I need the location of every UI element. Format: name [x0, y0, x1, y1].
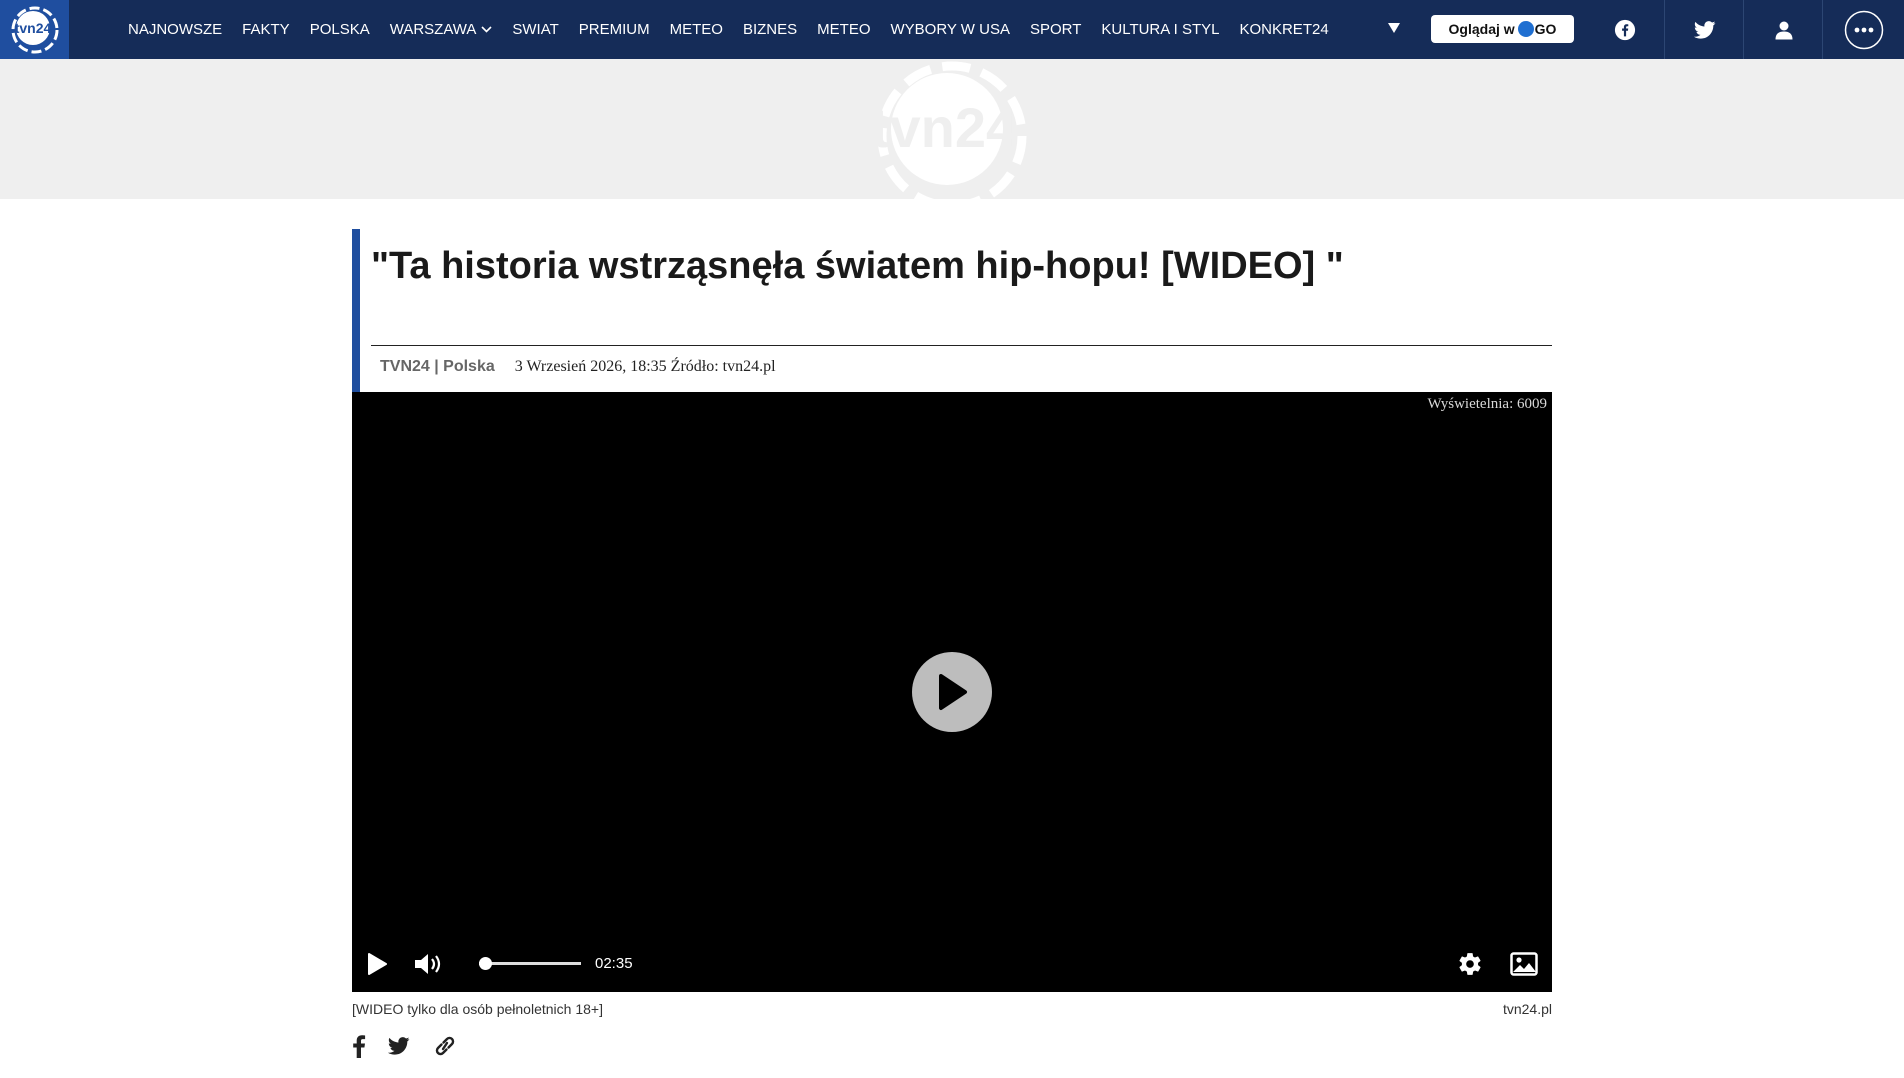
settings-button[interactable]	[1455, 950, 1485, 978]
share-twitter-button[interactable]	[388, 1037, 410, 1055]
main-menu: NAJNOWSZE FAKTY POLSKA WARSZAWA SWIAT PR…	[118, 0, 1339, 59]
tvn-go-circle-icon	[1517, 21, 1534, 37]
nav-item-sport[interactable]: SPORT	[1030, 21, 1081, 38]
progress-bar[interactable]	[479, 957, 581, 970]
go-label: GO	[1534, 21, 1557, 37]
tvn-go-logo: GO	[1517, 21, 1557, 37]
play-button[interactable]	[362, 950, 392, 978]
nav-item-wybory-w-usa[interactable]: WYBORY W USA	[891, 21, 1010, 38]
picture-in-picture-button[interactable]	[1508, 950, 1540, 978]
article-date-source: 3 Wrzesień 2026, 18:35 Źródło: tvn24.pl	[514, 358, 776, 375]
twitter-icon	[1693, 20, 1715, 39]
progress-handle[interactable]	[479, 957, 493, 970]
twitter-link[interactable]	[1664, 0, 1744, 59]
facebook-link[interactable]	[1585, 0, 1664, 59]
tvn24-logo-icon: tvn24	[11, 6, 58, 53]
big-play-button[interactable]	[912, 652, 992, 732]
video-caption-source: tvn24.pl	[1502, 1001, 1552, 1017]
tvn24-watermark-logo: tvn24	[871, 61, 1027, 199]
nav-item-meteo[interactable]: METEO	[670, 21, 723, 38]
volume-icon	[415, 954, 441, 974]
player-controls: 02:35	[352, 936, 1552, 992]
gear-icon	[1459, 953, 1481, 975]
nav-item-kultura-i-styl[interactable]: KULTURA I STYL	[1101, 21, 1219, 38]
chevron-down-icon	[481, 26, 492, 33]
video-caption: [WIDEO tylko dla osób pełnoletnich 18+]	[352, 1001, 603, 1017]
article-source: TVN24 | Polska	[380, 358, 495, 375]
view-count: Wyświetelnia: 6009	[1427, 396, 1548, 412]
user-icon	[1775, 21, 1792, 39]
volume-button[interactable]	[412, 950, 446, 978]
nav-item-najnowsze[interactable]: NAJNOWSZE	[128, 21, 222, 38]
tvn24-logo[interactable]: tvn24	[0, 0, 69, 59]
user-account-button[interactable]	[1743, 0, 1823, 59]
image-icon	[1510, 952, 1538, 976]
watch-in-go-button[interactable]: Oglądaj w GO	[1431, 15, 1574, 43]
nav-item-konkret24[interactable]: KONKRET24	[1239, 21, 1328, 38]
svg-text:tvn24: tvn24	[14, 20, 51, 36]
video-player[interactable]: Wyświetelnia: 6009 02:35	[352, 392, 1552, 992]
video-duration: 02:35	[595, 955, 633, 972]
watch-label: Oglądaj w	[1448, 21, 1515, 37]
twitter-icon	[388, 1037, 410, 1055]
more-menu-triangle-icon[interactable]	[1386, 20, 1402, 36]
copy-link-button[interactable]	[432, 1035, 458, 1057]
nav-item-polska[interactable]: POLSKA	[310, 21, 370, 38]
nav-item-premium[interactable]: PREMIUM	[579, 21, 650, 38]
svg-text:tvn24: tvn24	[871, 96, 1017, 159]
nav-item-meteo-2[interactable]: METEO	[817, 21, 870, 38]
nav-item-swiat[interactable]: SWIAT	[512, 21, 558, 38]
title-divider	[371, 345, 1552, 346]
ellipsis-icon	[1844, 10, 1884, 49]
play-icon	[939, 674, 967, 710]
facebook-f-icon	[353, 1035, 366, 1058]
nav-item-biznes[interactable]: BIZNES	[743, 21, 797, 38]
nav-item-fakty[interactable]: FAKTY	[242, 21, 290, 38]
article-title: "Ta historia wstrząsnęła światem hip-hop…	[371, 245, 1344, 287]
more-options-button[interactable]	[1822, 0, 1904, 59]
header-banner: tvn24	[0, 59, 1904, 199]
nav-item-warszawa[interactable]: WARSZAWA	[390, 21, 493, 38]
nav-item-warszawa-label: WARSZAWA	[389, 21, 477, 38]
link-icon	[435, 1036, 455, 1056]
share-bar	[352, 1034, 458, 1058]
article-meta: TVN24 | Polska 3 Wrzesień 2026, 18:35 Źr…	[380, 358, 776, 376]
facebook-icon	[1614, 19, 1635, 40]
title-accent-bar	[352, 229, 360, 392]
top-navigation: tvn24 NAJNOWSZE FAKTY POLSKA WARSZAWA SW…	[0, 0, 1904, 59]
share-facebook-button[interactable]	[352, 1034, 366, 1058]
play-icon	[368, 953, 387, 975]
